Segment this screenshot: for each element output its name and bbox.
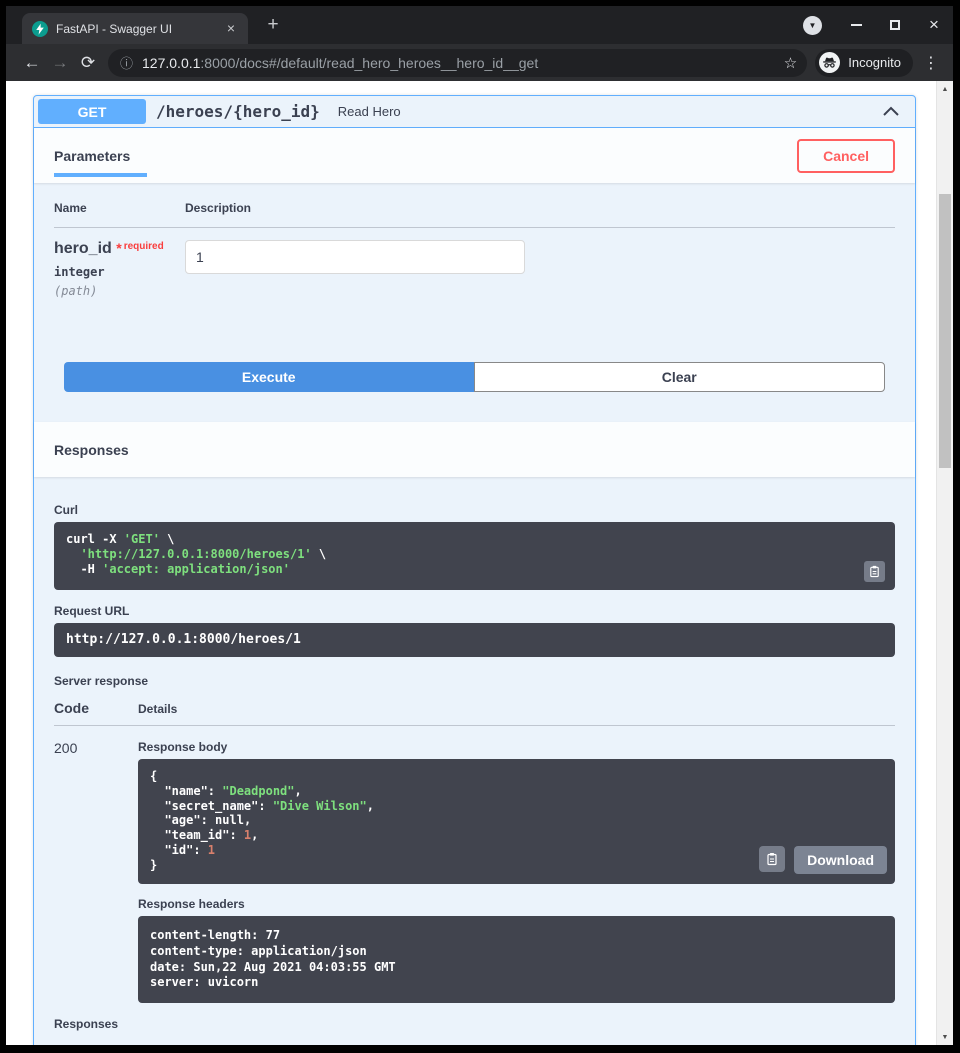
col-header-name: Name <box>54 201 185 215</box>
swagger-page: GET /heroes/{hero_id} Read Hero Paramete… <box>6 81 936 1045</box>
incognito-badge[interactable]: Incognito <box>815 49 913 77</box>
curl-label: Curl <box>54 503 895 517</box>
browser-menu-button[interactable]: ⋮ <box>919 53 943 73</box>
maximize-icon <box>890 20 900 30</box>
response-headers-label: Response headers <box>138 897 895 911</box>
opblock-summary[interactable]: GET /heroes/{hero_id} Read Hero <box>34 96 915 128</box>
endpoint-path: /heroes/{hero_id} <box>156 102 320 121</box>
download-button[interactable]: Download <box>794 846 887 874</box>
bookmark-star-icon[interactable]: ☆ <box>784 54 797 72</box>
responses-title: Responses <box>54 442 129 458</box>
clipboard-icon <box>868 565 881 578</box>
scroll-down-icon[interactable]: ▼ <box>937 1029 953 1045</box>
param-location: (path) <box>54 284 185 298</box>
response-body-block: { "name": "Deadpond", "secret_name": "Di… <box>138 759 895 884</box>
minimize-icon <box>851 24 862 26</box>
page-viewport: GET /heroes/{hero_id} Read Hero Paramete… <box>6 81 953 1045</box>
col-header-description: Description <box>185 201 895 215</box>
hero-id-input[interactable] <box>185 240 525 274</box>
request-url-block: http://127.0.0.1:8000/heroes/1 <box>54 623 895 657</box>
fastapi-favicon <box>32 21 48 37</box>
copy-curl-button[interactable] <box>864 561 885 582</box>
response-headers-block: content-length: 77content-type: applicat… <box>138 916 895 1002</box>
request-url-label: Request URL <box>54 604 895 618</box>
new-tab-button[interactable]: + <box>260 12 286 38</box>
tab-parameters: Parameters <box>54 128 130 183</box>
method-badge: GET <box>38 99 146 124</box>
forward-button[interactable]: → <box>46 49 74 77</box>
parameters-table: Name Description hero_id *required integ… <box>34 183 915 362</box>
required-star: * <box>116 240 121 256</box>
required-label: required <box>124 241 164 252</box>
response-body-label: Response body <box>138 740 895 754</box>
incognito-label: Incognito <box>848 55 901 70</box>
param-name: hero_id *required <box>54 240 185 258</box>
incognito-icon <box>819 52 840 73</box>
back-button[interactable]: ← <box>18 49 46 77</box>
scroll-up-icon[interactable]: ▲ <box>937 81 953 97</box>
scrollbar-thumb[interactable] <box>939 194 951 468</box>
parameter-row: hero_id *required integer (path) <box>54 228 895 298</box>
tab-search-button[interactable]: ▼ <box>803 16 822 35</box>
site-info-icon[interactable]: ⓘ <box>120 53 133 72</box>
clear-button[interactable]: Clear <box>474 362 886 392</box>
execute-button[interactable]: Execute <box>64 362 474 392</box>
parameters-tab-label: Parameters <box>54 148 130 164</box>
browser-titlebar: FastAPI - Swagger UI × + ▼ × <box>6 6 953 44</box>
url-bar[interactable]: ⓘ 127.0.0.1:8000/docs#/default/read_hero… <box>108 49 807 77</box>
cancel-button[interactable]: Cancel <box>797 139 895 173</box>
minimize-button[interactable] <box>843 12 869 38</box>
clipboard-icon <box>765 852 779 866</box>
live-col-details: Details <box>138 702 895 716</box>
execute-wrapper: Execute Clear <box>34 362 915 392</box>
endpoint-summary: Read Hero <box>338 104 401 119</box>
tab-title: FastAPI - Swagger UI <box>56 22 222 36</box>
status-code: 200 <box>54 740 138 1017</box>
server-response-label: Server response <box>54 674 895 688</box>
live-response-row: 200 Response body { "name": "Deadpond", … <box>54 726 895 1017</box>
browser-window: FastAPI - Swagger UI × + ▼ × ← → ⟳ ⓘ 127… <box>0 0 960 1053</box>
responses-section-header: Responses <box>34 422 915 477</box>
url-text: 127.0.0.1:8000/docs#/default/read_hero_h… <box>142 55 776 71</box>
collapse-chevron-icon[interactable] <box>881 102 901 122</box>
browser-tab[interactable]: FastAPI - Swagger UI × <box>22 13 248 44</box>
maximize-button[interactable] <box>882 12 908 38</box>
tab-close-icon[interactable]: × <box>222 20 240 38</box>
reload-button[interactable]: ⟳ <box>74 49 102 77</box>
parameters-section-header: Parameters Cancel <box>34 128 915 183</box>
close-window-button[interactable]: × <box>921 12 947 38</box>
param-type: integer <box>54 265 185 279</box>
opblock-get-heroes: GET /heroes/{hero_id} Read Hero Paramete… <box>33 95 916 1045</box>
copy-response-button[interactable] <box>759 846 785 872</box>
curl-command-block: curl -X 'GET' \ 'http://127.0.0.1:8000/h… <box>54 522 895 590</box>
responses-body: Curl curl -X 'GET' \ 'http://127.0.0.1:8… <box>34 477 915 1045</box>
live-col-code: Code <box>54 700 138 716</box>
documented-responses-label: Responses <box>54 1017 895 1031</box>
page-scrollbar[interactable]: ▲ ▼ <box>936 81 953 1045</box>
browser-toolbar: ← → ⟳ ⓘ 127.0.0.1:8000/docs#/default/rea… <box>6 44 953 81</box>
